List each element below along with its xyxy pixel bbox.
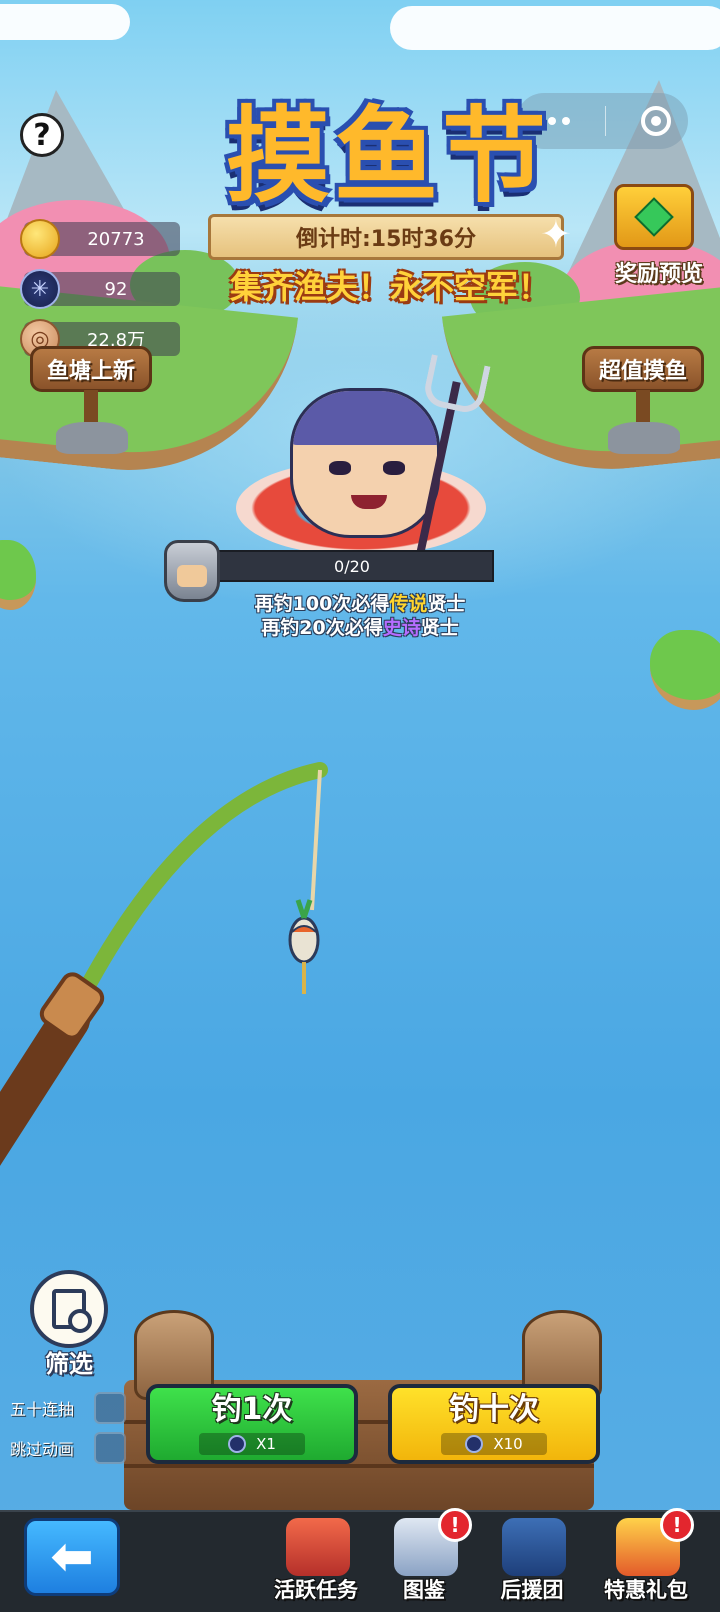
character-hair bbox=[293, 391, 437, 445]
bobber-icon bbox=[288, 916, 320, 964]
fishing-net-icon bbox=[465, 1435, 484, 1453]
nav-support-team-label: 后援团 bbox=[500, 1578, 564, 1602]
featured-character bbox=[236, 354, 496, 560]
epic-prefix: 再钓20次必得 bbox=[261, 617, 383, 639]
countdown-text: 倒计时:15时36分 bbox=[295, 227, 477, 252]
fish-ten-cost-value: X10 bbox=[493, 1435, 523, 1453]
cloud-left bbox=[0, 4, 130, 40]
progress-text: 0/20 bbox=[334, 556, 370, 576]
legend-word: 传说 bbox=[389, 593, 428, 615]
bobber-leaf bbox=[295, 899, 313, 919]
fish-ten-title: 钓十次 bbox=[449, 1392, 539, 1427]
toggle-fifty-draws-label: 五十连抽 bbox=[10, 1400, 75, 1419]
character-eye-right bbox=[383, 461, 405, 475]
character-mouth bbox=[351, 495, 387, 509]
nav-special-pack-label: 特惠礼包 bbox=[604, 1578, 688, 1602]
nav-collection[interactable]: ! 图鉴 bbox=[374, 1508, 474, 1612]
nav-collection-label: 图鉴 bbox=[403, 1578, 445, 1602]
islet-left bbox=[0, 540, 36, 610]
fish-once-title: 钓1次 bbox=[211, 1392, 293, 1427]
event-title: 摸鱼节 bbox=[225, 95, 550, 217]
progress-bar: 0/20 bbox=[210, 550, 494, 582]
islet-right bbox=[650, 630, 720, 710]
toggle-skip-animation-label: 跳过动画 bbox=[10, 1440, 75, 1459]
legend-guarantee-text: 再钓100次必得传说贤士 bbox=[200, 589, 520, 616]
reward-preview-label[interactable]: 奖励预览 bbox=[604, 256, 714, 288]
sign-board-right: 超值摸鱼 bbox=[582, 346, 704, 392]
cloud-right bbox=[390, 6, 720, 50]
pavilion-icon bbox=[502, 1518, 566, 1576]
resource-gold: 20773 bbox=[20, 219, 180, 259]
resource-net-value: 92 bbox=[104, 278, 128, 300]
resource-gold-value: 20773 bbox=[87, 228, 145, 250]
task-scroll-icon bbox=[286, 1518, 350, 1576]
collection-alert-badge: ! bbox=[438, 1508, 472, 1542]
toggle-skip-animation[interactable]: 跳过动画 bbox=[10, 1428, 130, 1468]
gem-icon bbox=[634, 197, 674, 237]
filter-button[interactable] bbox=[30, 1270, 108, 1348]
nav-active-tasks-label: 活跃任务 bbox=[274, 1578, 358, 1602]
close-target-icon[interactable] bbox=[640, 106, 671, 136]
epic-guarantee-text: 再钓20次必得史诗贤士 bbox=[200, 613, 520, 640]
rock-icon bbox=[56, 422, 128, 454]
capsule-divider bbox=[604, 106, 606, 136]
rock-icon bbox=[608, 422, 680, 454]
epic-word: 史诗 bbox=[382, 617, 421, 639]
fish-ten-cost: X10 bbox=[441, 1433, 547, 1455]
toggle-fifty-draws[interactable]: 五十连抽 bbox=[10, 1388, 130, 1428]
fish-once-button[interactable]: 钓1次 X1 bbox=[146, 1384, 358, 1464]
special-pack-alert-badge: ! bbox=[660, 1508, 694, 1542]
signpost-left[interactable]: 鱼塘上新 bbox=[30, 346, 160, 456]
fishing-rod bbox=[0, 762, 328, 1166]
resource-net: ✳ 92 bbox=[20, 269, 180, 309]
sign-right-text: 超值摸鱼 bbox=[598, 359, 687, 384]
signpost-right[interactable]: 超值摸鱼 bbox=[582, 346, 712, 456]
fishing-net-icon bbox=[228, 1435, 247, 1453]
countdown-board: 倒计时:15时36分 bbox=[208, 214, 564, 260]
epic-suffix: 贤士 bbox=[420, 617, 459, 639]
back-arrow-icon: ⬅ bbox=[50, 1527, 94, 1587]
sparkle-icon: ✦ bbox=[540, 212, 572, 256]
back-arrow-button[interactable]: ⬅ bbox=[24, 1518, 120, 1596]
legend-prefix: 再钓100次必得 bbox=[254, 593, 390, 615]
nav-support-team[interactable]: 后援团 bbox=[482, 1518, 582, 1612]
nav-special-pack[interactable]: ! 特惠礼包 bbox=[596, 1508, 696, 1612]
help-button[interactable]: ? bbox=[20, 113, 64, 157]
character-head bbox=[290, 388, 440, 538]
fish-ten-button[interactable]: 钓十次 X10 bbox=[388, 1384, 600, 1464]
toggle-fifty-draws-checkbox[interactable] bbox=[94, 1392, 126, 1424]
rod-handle bbox=[0, 1000, 90, 1166]
search-document-icon bbox=[52, 1289, 92, 1333]
toggle-skip-animation-checkbox[interactable] bbox=[94, 1432, 126, 1464]
nav-active-tasks[interactable]: 活跃任务 bbox=[266, 1518, 366, 1612]
fish-once-cost: X1 bbox=[199, 1433, 305, 1455]
fish-once-cost-value: X1 bbox=[256, 1435, 276, 1453]
filter-label[interactable]: 筛选 bbox=[20, 1344, 118, 1379]
treasure-chest-icon[interactable] bbox=[614, 184, 694, 250]
sign-left-text: 鱼塘上新 bbox=[46, 359, 135, 384]
event-slogan: 集齐渔夫！永不空军！ bbox=[229, 268, 550, 306]
legend-suffix: 贤士 bbox=[427, 593, 466, 615]
character-eye-left bbox=[329, 461, 351, 475]
fishing-line bbox=[310, 769, 322, 911]
dock-plank bbox=[124, 1464, 594, 1468]
sign-board-left: 鱼塘上新 bbox=[30, 346, 152, 392]
rod-bamboo bbox=[62, 762, 328, 1028]
